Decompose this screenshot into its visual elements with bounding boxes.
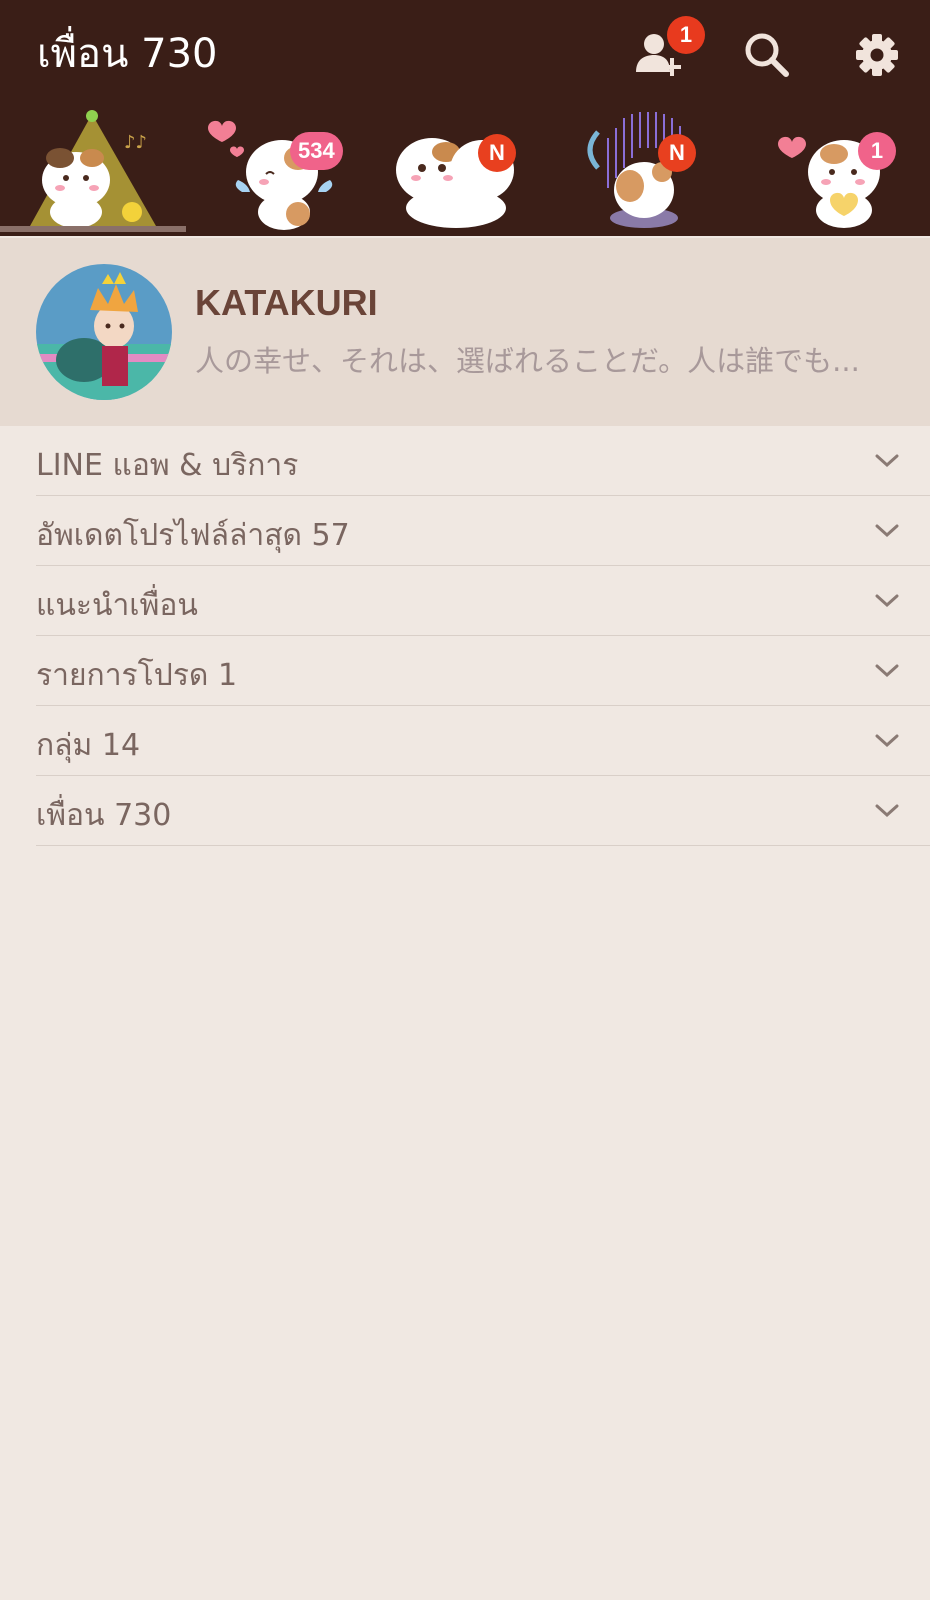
svg-text:♪♪: ♪♪ — [124, 132, 147, 153]
chevron-down-icon — [875, 804, 899, 818]
chevron-down-icon — [875, 734, 899, 748]
sticker-tab-heart-hamster[interactable]: 1 — [744, 108, 930, 236]
section-row-groups[interactable]: กลุ่ม 14 — [36, 706, 930, 776]
friend-section-list: LINE แอพ & บริการ อัพเดตโปรไฟล์ล่าสุด 57… — [0, 426, 930, 846]
chevron-down-icon — [875, 664, 899, 678]
section-row-favorites[interactable]: รายการโปรด 1 — [36, 636, 930, 706]
section-row-recommended-friends[interactable]: แนะนำเพื่อน — [36, 566, 930, 636]
angel-hamster-icon — [208, 120, 333, 230]
search-button[interactable] — [738, 26, 796, 84]
heart-hamster-icon — [778, 136, 880, 228]
section-row-friends[interactable]: เพื่อน 730 — [36, 776, 930, 846]
profile-name: KATAKURI — [195, 282, 378, 323]
tab-badge: 1 — [858, 132, 896, 170]
friends-screen: เพื่อน 730 1 ♪♪ 534 N N 1 KATAKURI 人の幸せ、… — [0, 0, 930, 1600]
sticker-tab-angel-hamster[interactable]: 534 — [186, 108, 372, 236]
sticker-tab-party-hamster[interactable]: ♪♪ — [0, 108, 186, 236]
sticker-tab-bar: ♪♪ 534 N N 1 — [0, 108, 930, 236]
section-label: แนะนำเพื่อน — [36, 588, 198, 623]
section-label: รายการโปรด 1 — [36, 658, 238, 693]
settings-button[interactable] — [848, 26, 906, 84]
section-row-profile-updates[interactable]: อัพเดตโปรไฟล์ล่าสุด 57 — [36, 496, 930, 566]
add-friend-badge: 1 — [667, 16, 705, 54]
tab-badge: N — [658, 134, 696, 172]
section-label: เพื่อน 730 — [36, 798, 172, 833]
title-bar: เพื่อน 730 1 — [0, 0, 930, 108]
my-profile-card[interactable]: KATAKURI 人の幸せ、それは、選ばれることだ。人は誰でも... — [0, 238, 930, 426]
search-icon — [745, 33, 789, 77]
settings-icon — [856, 34, 898, 76]
page-title: เพื่อน 730 — [37, 31, 218, 77]
tab-badge: N — [478, 134, 516, 172]
party-hamster-icon: ♪♪ — [30, 110, 156, 228]
section-label: LINE แอพ & บริการ — [36, 448, 299, 483]
add-friend-button[interactable]: 1 — [632, 16, 705, 84]
profile-status-message: 人の幸せ、それは、選ばれることだ。人は誰でも... — [195, 344, 860, 378]
section-row-line-apps[interactable]: LINE แอพ & บริการ — [36, 426, 930, 496]
chevron-down-icon — [875, 524, 899, 538]
active-tab-indicator — [0, 226, 186, 232]
hug-hamsters-icon — [396, 138, 514, 228]
top-header: เพื่อน 730 1 ♪♪ 534 N N 1 — [0, 0, 930, 236]
avatar[interactable] — [36, 264, 172, 400]
profile-avatar-image — [36, 264, 172, 400]
section-label: อัพเดตโปรไฟล์ล่าสุด 57 — [36, 518, 350, 553]
sticker-tab-music-hamster[interactable]: N — [558, 108, 744, 236]
sticker-tab-hug-hamsters[interactable]: N — [372, 108, 558, 236]
music-hamster-icon — [587, 112, 681, 228]
chevron-down-icon — [875, 594, 899, 608]
chevron-down-icon — [875, 454, 899, 468]
tab-badge: 534 — [290, 132, 343, 170]
section-label: กลุ่ม 14 — [36, 728, 141, 763]
